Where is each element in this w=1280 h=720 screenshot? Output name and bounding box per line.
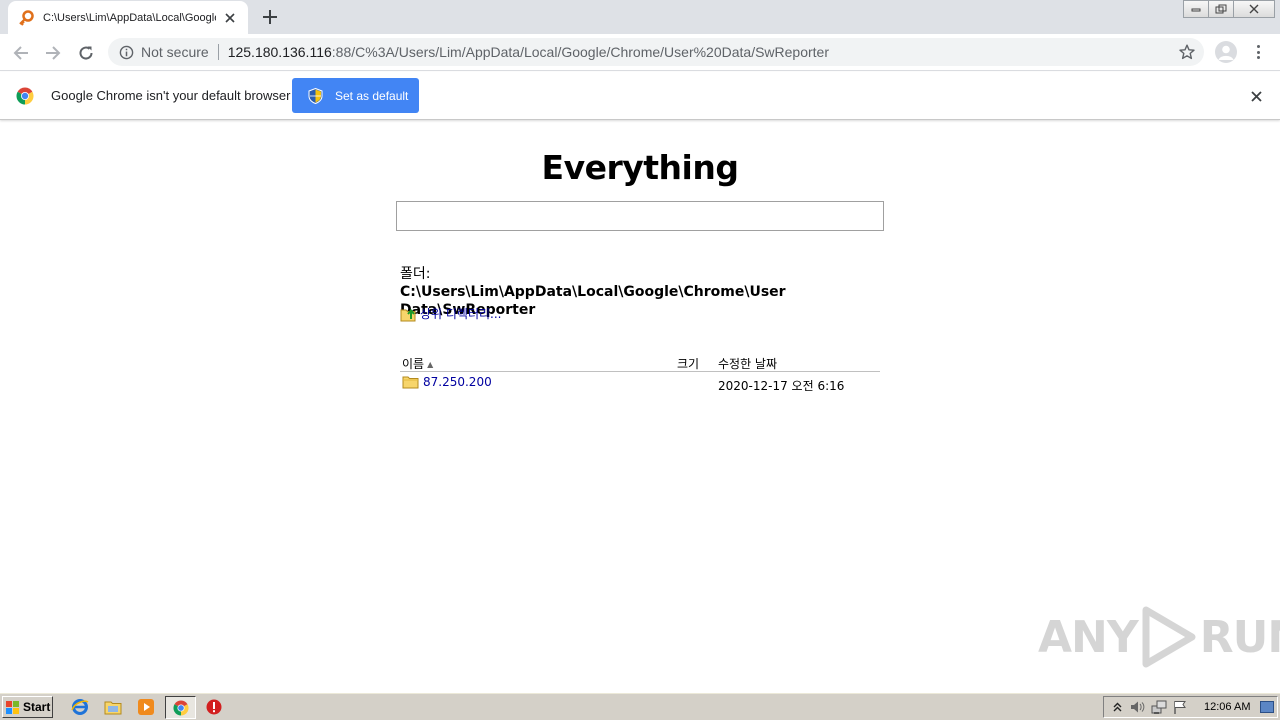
parent-directory-label: 상위 디렉터리... xyxy=(420,307,502,321)
start-label: Start xyxy=(23,700,51,714)
new-tab-button[interactable] xyxy=(259,6,281,28)
minimize-icon xyxy=(1191,8,1201,12)
parent-directory-link[interactable]: 상위 디렉터리... xyxy=(400,305,502,322)
tab-strip: C:\Users\Lim\AppData\Local\Google\Chrome… xyxy=(0,0,1280,34)
security-label[interactable]: Not secure xyxy=(141,44,209,60)
url-host: 125.180.136.116 xyxy=(227,44,332,60)
close-infobar-icon[interactable] xyxy=(1248,88,1264,104)
infobar-message: Google Chrome isn't your default browser xyxy=(51,88,291,103)
close-window-icon xyxy=(1249,4,1259,14)
chrome-taskbar-button[interactable] xyxy=(165,696,196,719)
network-icon[interactable] xyxy=(1151,699,1167,715)
profile-avatar-icon[interactable] xyxy=(1215,41,1237,63)
default-browser-infobar: Google Chrome isn't your default browser… xyxy=(0,72,1280,120)
menu-dots-icon[interactable] xyxy=(1250,43,1266,61)
volume-icon[interactable] xyxy=(1130,699,1146,715)
browser-tab[interactable]: C:\Users\Lim\AppData\Local\Google\Chrome… xyxy=(8,1,248,34)
media-player-icon[interactable] xyxy=(137,698,155,716)
column-name-label: 이름 xyxy=(402,357,425,371)
table-row: 87.250.200 2020-12-17 오전 6:16 xyxy=(400,372,880,394)
show-hidden-icons-icon[interactable] xyxy=(1109,699,1125,715)
address-bar[interactable]: Not secure 125.180.136.116:88/C%3A/Users… xyxy=(108,38,1204,66)
taskbar: Start 12:06 AM xyxy=(0,692,1280,720)
watermark-left-text: ANY xyxy=(1038,611,1139,663)
column-name-header[interactable]: 이름 ▲ xyxy=(402,355,433,372)
info-icon[interactable] xyxy=(118,44,134,60)
chrome-logo-icon xyxy=(16,87,34,105)
forward-arrow-icon xyxy=(46,46,61,60)
restore-button[interactable] xyxy=(1208,0,1234,18)
start-button[interactable]: Start xyxy=(2,696,53,718)
folder-link[interactable]: 87.250.200 xyxy=(402,375,492,389)
column-size-header[interactable]: 크기 xyxy=(677,355,699,372)
search-input[interactable] xyxy=(396,201,884,231)
forward-button[interactable] xyxy=(41,41,65,65)
star-icon[interactable] xyxy=(1178,43,1196,61)
set-as-default-label: Set as default xyxy=(335,88,409,103)
table-header: 이름 ▲ 크기 수정한 날짜 xyxy=(400,353,880,372)
action-center-flag-icon[interactable] xyxy=(1172,699,1188,715)
divider xyxy=(217,44,219,60)
minimize-button[interactable] xyxy=(1183,0,1209,18)
shield-icon xyxy=(308,87,323,104)
back-arrow-icon xyxy=(13,46,28,60)
folder-label: 폴더: xyxy=(400,266,431,282)
reload-button[interactable] xyxy=(74,41,98,65)
file-explorer-icon[interactable] xyxy=(104,698,122,716)
restore-icon xyxy=(1215,4,1227,14)
clock[interactable]: 12:06 AM xyxy=(1204,701,1250,713)
folder-name: 87.250.200 xyxy=(423,375,492,389)
column-date-header[interactable]: 수정한 날짜 xyxy=(718,355,777,372)
tab-title: C:\Users\Lim\AppData\Local\Google\Chrome… xyxy=(43,11,217,24)
key-icon xyxy=(18,9,34,26)
system-tray: 12:06 AM xyxy=(1103,696,1278,718)
file-table: 이름 ▲ 크기 수정한 날짜 87.250.200 2020-12-17 오전 6… xyxy=(400,353,880,394)
url-text[interactable]: 125.180.136.116:88/C%3A/Users/Lim/AppDat… xyxy=(228,44,829,60)
close-window-button[interactable] xyxy=(1233,0,1275,18)
close-icon[interactable] xyxy=(222,10,238,26)
windows-logo-icon xyxy=(6,700,20,714)
page-title: Everything xyxy=(541,148,739,187)
sort-up-icon: ▲ xyxy=(427,360,434,369)
folder-icon xyxy=(402,375,419,389)
reload-icon xyxy=(79,46,93,60)
toolbar: Not secure 125.180.136.116:88/C%3A/Users… xyxy=(0,34,1280,71)
stop-sign-icon[interactable] xyxy=(205,698,223,716)
folder-up-icon xyxy=(400,306,417,322)
show-desktop-icon[interactable] xyxy=(1260,701,1275,713)
anyrun-watermark: ANY RUN xyxy=(1038,606,1280,668)
back-button[interactable] xyxy=(9,41,33,65)
watermark-right-text: RUN xyxy=(1199,611,1280,663)
set-as-default-button[interactable]: Set as default xyxy=(292,78,419,113)
chrome-icon xyxy=(172,699,189,716)
url-path: :88/C%3A/Users/Lim/AppData/Local/Google/… xyxy=(331,44,830,60)
modified-date: 2020-12-17 오전 6:16 xyxy=(718,379,845,393)
play-logo-icon xyxy=(1140,606,1198,668)
internet-explorer-icon[interactable] xyxy=(71,698,89,716)
